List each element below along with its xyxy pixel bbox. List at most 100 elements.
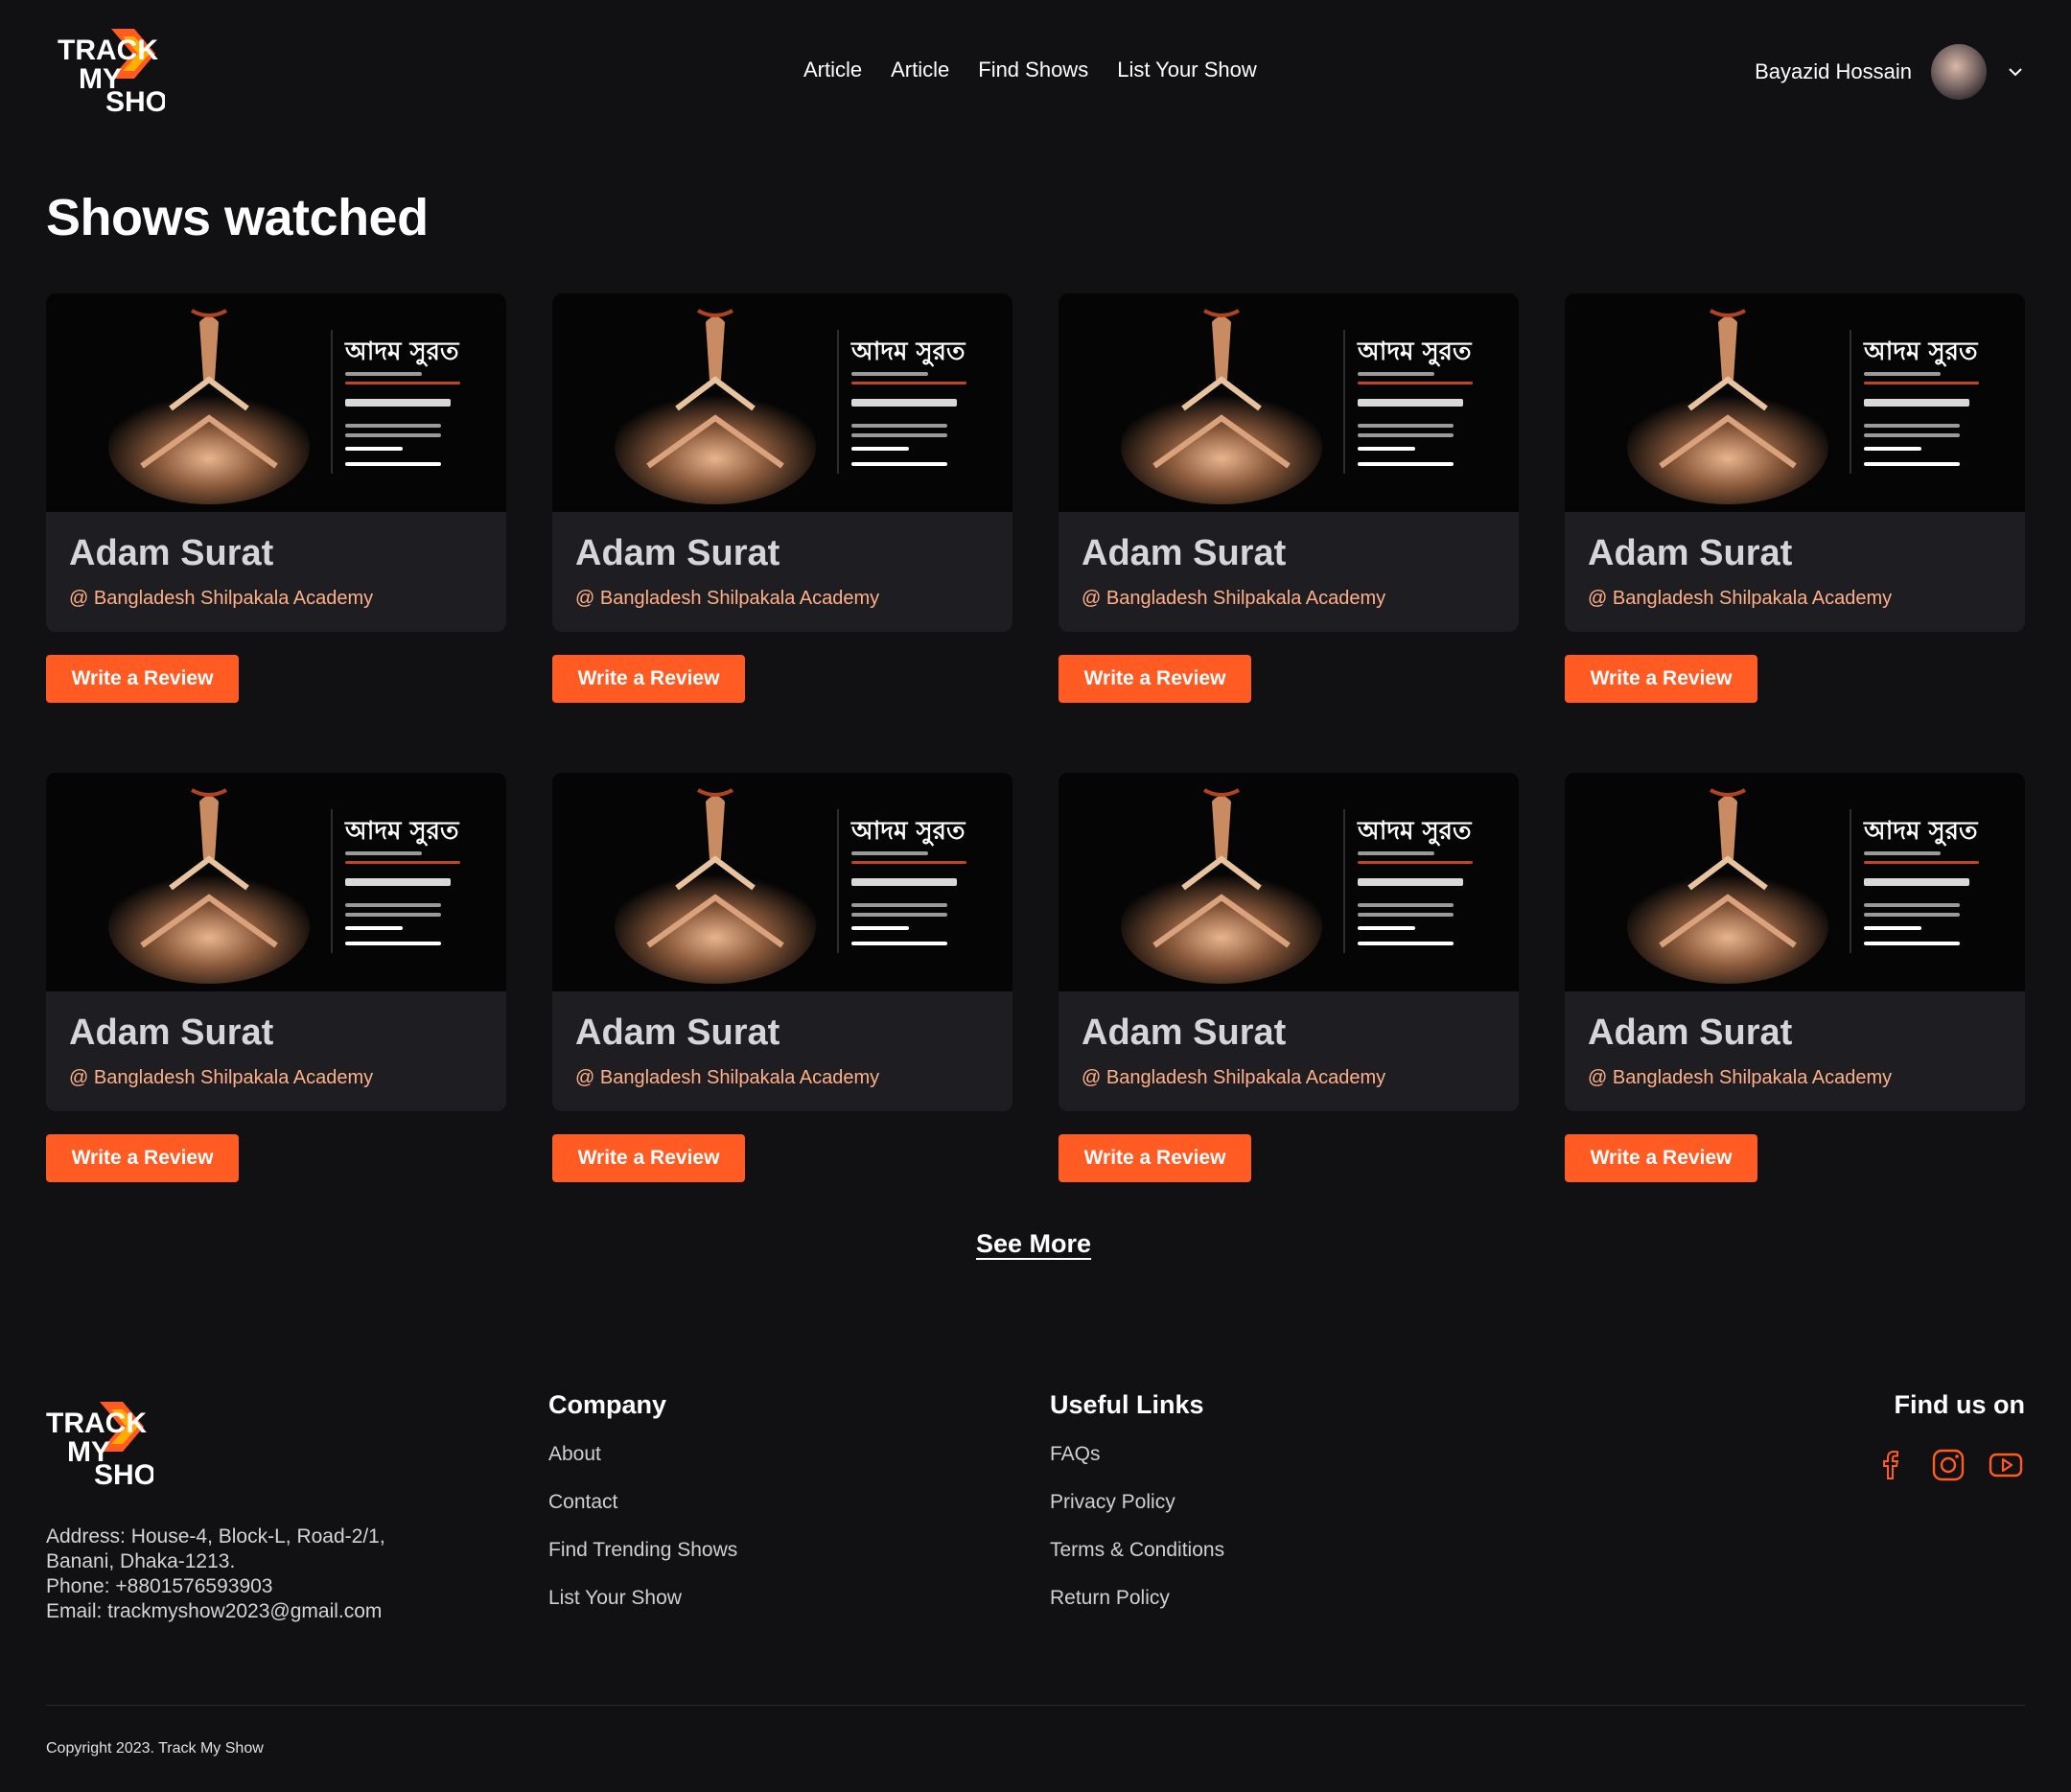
- logo-text-3: SHOW: [105, 86, 165, 117]
- show-card[interactable]: আদম সুরত Adam Surat @ Bangladesh Shilpak…: [1565, 293, 2025, 703]
- show-poster[interactable]: আদম সুরত: [1565, 293, 2025, 512]
- show-venue: @ Bangladesh Shilpakala Academy: [575, 1067, 880, 1088]
- show-card[interactable]: আদম সুরত Adam Surat @ Bangladesh Shilpak…: [552, 773, 1012, 1182]
- show-poster[interactable]: আদম সুরত: [1059, 293, 1519, 512]
- footer-link-return[interactable]: Return Policy: [1050, 1587, 1224, 1612]
- nav-list-your-show[interactable]: List Your Show: [1117, 58, 1257, 82]
- write-review-button[interactable]: Write a Review: [1059, 655, 1251, 703]
- brand-logo[interactable]: TRACK MY SHOW: [58, 29, 196, 118]
- show-venue: @ Bangladesh Shilpakala Academy: [1082, 1067, 1386, 1088]
- show-poster[interactable]: আদম সুরত: [46, 293, 506, 512]
- footer-logo[interactable]: TRACK MY SHOW: [46, 1402, 184, 1491]
- header: TRACK MY SHOW Article Article Find Shows…: [0, 0, 2071, 146]
- show-name[interactable]: Adam Surat: [575, 1012, 780, 1054]
- poster-title: আদম সুরত: [1864, 817, 1978, 846]
- show-card[interactable]: আদম সুরত Adam Surat @ Bangladesh Shilpak…: [46, 773, 506, 1182]
- footer-link-about[interactable]: About: [548, 1443, 737, 1468]
- youtube-icon[interactable]: [1987, 1446, 2025, 1484]
- instagram-icon[interactable]: [1929, 1446, 1967, 1484]
- show-card-body[interactable]: আদম সুরত Adam Surat @ Bangladesh Shilpak…: [552, 773, 1012, 1111]
- write-review-button[interactable]: Write a Review: [46, 655, 239, 703]
- poster-artwork: [1627, 788, 1828, 984]
- poster-text-line: [1358, 424, 1454, 428]
- show-name[interactable]: Adam Surat: [575, 533, 780, 574]
- footer-useful-title: Useful Links: [1050, 1390, 1204, 1419]
- show-name[interactable]: Adam Surat: [1082, 1012, 1286, 1054]
- poster-text-line: [345, 462, 441, 466]
- show-name[interactable]: Adam Surat: [1588, 1012, 1792, 1054]
- footer-link-faqs[interactable]: FAQs: [1050, 1443, 1224, 1468]
- show-card-body[interactable]: আদম সুরত Adam Surat @ Bangladesh Shilpak…: [1565, 773, 2025, 1111]
- footer-contact: Address: House-4, Block-L, Road-2/1, Ban…: [46, 1524, 385, 1624]
- show-poster[interactable]: আদম সুরত: [1059, 773, 1519, 991]
- show-card[interactable]: আদম সুরত Adam Surat @ Bangladesh Shilpak…: [1059, 293, 1519, 703]
- show-name[interactable]: Adam Surat: [1588, 533, 1792, 574]
- see-more-link[interactable]: See More: [976, 1229, 1091, 1259]
- facebook-icon[interactable]: [1872, 1446, 1910, 1484]
- footer-link-list-show[interactable]: List Your Show: [548, 1587, 737, 1612]
- show-card-body[interactable]: আদম সুরত Adam Surat @ Bangladesh Shilpak…: [46, 293, 506, 632]
- write-review-button[interactable]: Write a Review: [1059, 1134, 1251, 1182]
- show-venue: @ Bangladesh Shilpakala Academy: [1082, 588, 1386, 609]
- show-card-body[interactable]: আদম সুরত Adam Surat @ Bangladesh Shilpak…: [1565, 293, 2025, 632]
- poster-divider: [331, 330, 333, 474]
- poster-text-line: [1864, 851, 1941, 855]
- poster-text-line: [1864, 861, 1979, 864]
- copyright: Copyright 2023. Track My Show: [46, 1740, 264, 1757]
- show-poster[interactable]: আদম সুরত: [46, 773, 506, 991]
- nav-find-shows[interactable]: Find Shows: [978, 58, 1088, 82]
- show-poster[interactable]: আদম সুরত: [552, 773, 1012, 991]
- poster-text-line: [851, 942, 947, 945]
- poster-text-line: [1864, 433, 1960, 437]
- poster-text-line: [1864, 462, 1960, 466]
- show-venue: @ Bangladesh Shilpakala Academy: [1588, 588, 1893, 609]
- poster-text-line: [1358, 861, 1473, 864]
- show-poster[interactable]: আদম সুরত: [552, 293, 1012, 512]
- write-review-button[interactable]: Write a Review: [1565, 655, 1757, 703]
- write-review-button[interactable]: Write a Review: [552, 655, 745, 703]
- footer-link-privacy[interactable]: Privacy Policy: [1050, 1491, 1224, 1516]
- poster-text-line: [851, 424, 947, 428]
- write-review-button[interactable]: Write a Review: [46, 1134, 239, 1182]
- poster-divider: [1850, 330, 1851, 474]
- show-name[interactable]: Adam Surat: [69, 1012, 273, 1054]
- poster-text-line: [1864, 926, 1921, 930]
- poster-divider: [837, 330, 839, 474]
- show-card[interactable]: আদম সুরত Adam Surat @ Bangladesh Shilpak…: [1059, 773, 1519, 1182]
- show-card[interactable]: আদম সুরত Adam Surat @ Bangladesh Shilpak…: [46, 293, 506, 703]
- show-card[interactable]: আদম সুরত Adam Surat @ Bangladesh Shilpak…: [1565, 773, 2025, 1182]
- poster-divider: [1343, 330, 1345, 474]
- poster-text-line: [1358, 878, 1463, 886]
- footer-link-contact[interactable]: Contact: [548, 1491, 737, 1516]
- show-name[interactable]: Adam Surat: [69, 533, 273, 574]
- write-review-button[interactable]: Write a Review: [552, 1134, 745, 1182]
- poster-title: আদম সুরত: [851, 337, 966, 366]
- poster-title: আদম সুরত: [345, 817, 459, 846]
- show-card-body[interactable]: আদম সুরত Adam Surat @ Bangladesh Shilpak…: [552, 293, 1012, 632]
- poster-text-line: [1864, 913, 1960, 917]
- avatar[interactable]: [1931, 44, 1987, 100]
- show-card-body[interactable]: আদম সুরত Adam Surat @ Bangladesh Shilpak…: [46, 773, 506, 1111]
- show-poster[interactable]: আদম সুরত: [1565, 773, 2025, 991]
- poster-artwork: [1627, 309, 1828, 504]
- nav-article-1[interactable]: Article: [803, 58, 862, 82]
- poster-text-line: [851, 926, 909, 930]
- page-title: Shows watched: [46, 189, 429, 246]
- poster-artwork: [615, 788, 816, 984]
- email: Email: trackmyshow2023@gmail.com: [46, 1600, 383, 1622]
- footer-link-terms[interactable]: Terms & Conditions: [1050, 1539, 1224, 1564]
- poster-text-line: [851, 399, 957, 407]
- footer-link-find-trending[interactable]: Find Trending Shows: [548, 1539, 737, 1564]
- user-menu[interactable]: Bayazid Hossain: [1755, 44, 2025, 100]
- show-card[interactable]: আদম সুরত Adam Surat @ Bangladesh Shilpak…: [552, 293, 1012, 703]
- show-name[interactable]: Adam Surat: [1082, 533, 1286, 574]
- poster-text-line: [851, 433, 947, 437]
- poster-title: আদম সুরত: [345, 337, 459, 366]
- show-card-body[interactable]: আদম সুরত Adam Surat @ Bangladesh Shilpak…: [1059, 293, 1519, 632]
- nav-article-2[interactable]: Article: [891, 58, 949, 82]
- poster-divider: [1343, 809, 1345, 953]
- poster-text-line: [345, 926, 403, 930]
- show-card-body[interactable]: আদম সুরত Adam Surat @ Bangladesh Shilpak…: [1059, 773, 1519, 1111]
- chevron-down-icon[interactable]: [2006, 62, 2025, 81]
- write-review-button[interactable]: Write a Review: [1565, 1134, 1757, 1182]
